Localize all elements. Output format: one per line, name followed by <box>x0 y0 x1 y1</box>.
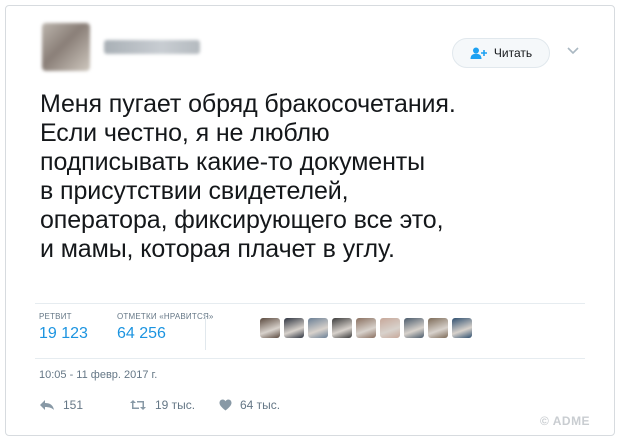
heart-icon <box>219 399 232 411</box>
username-blurred[interactable] <box>104 40 200 54</box>
tweet-text-line: в присутствии свидетелей, <box>40 177 349 205</box>
retweet-count: 19 тыс. <box>155 398 196 412</box>
tweet-text-line: Если честно, я не люблю <box>40 119 330 147</box>
tweet-date[interactable]: 10:05 - 11 февр. 2017 г. <box>39 369 157 381</box>
tweet-actions: 151 19 тыс. 64 тыс. <box>39 398 280 412</box>
likes-label: ОТМЕТКИ «НРАВИТСЯ» <box>117 312 214 321</box>
follow-button-label: Читать <box>493 46 533 60</box>
chevron-down-icon[interactable] <box>566 46 580 56</box>
liker-avatar[interactable] <box>380 318 400 338</box>
tweet-text-line: оператора, фиксирующего все это, <box>40 206 444 234</box>
like-count: 64 тыс. <box>240 398 281 412</box>
retweets-label: РЕТВИТ <box>39 312 72 321</box>
liker-avatar[interactable] <box>308 318 328 338</box>
avatar[interactable] <box>42 23 90 71</box>
liker-avatar[interactable] <box>428 318 448 338</box>
tweet-text-line: и мамы, которая плачет в углу. <box>40 235 395 263</box>
likes-value: 64 256 <box>117 325 166 342</box>
follow-button[interactable]: Читать <box>452 38 550 68</box>
retweet-button[interactable]: 19 тыс. <box>129 398 219 412</box>
reply-icon <box>40 400 54 410</box>
liker-avatar[interactable] <box>284 318 304 338</box>
divider <box>35 303 585 304</box>
tweet-text-line: Меня пугает обряд бракосочетания. <box>40 90 456 118</box>
reply-button[interactable]: 151 <box>39 398 129 412</box>
reply-count: 151 <box>63 398 84 412</box>
tweet-text-line: подписывать какие-то документы <box>40 148 426 176</box>
retweets-stat[interactable]: РЕТВИТ 19 123 <box>39 312 88 343</box>
liker-avatar[interactable] <box>404 318 424 338</box>
divider <box>35 358 585 359</box>
liker-avatar[interactable] <box>452 318 472 338</box>
like-button[interactable]: 64 тыс. <box>219 398 280 412</box>
liker-avatar[interactable] <box>356 318 376 338</box>
liker-avatar[interactable] <box>260 318 280 338</box>
retweet-icon <box>130 400 146 410</box>
liker-avatars <box>260 318 472 338</box>
liker-avatar[interactable] <box>332 318 352 338</box>
watermark: © ADME <box>540 414 591 428</box>
stats-divider <box>205 314 206 350</box>
tweet-text: Меня пугает обряд бракосочетания. Если ч… <box>40 90 600 264</box>
likes-stat[interactable]: ОТМЕТКИ «НРАВИТСЯ» 64 256 <box>117 312 214 343</box>
add-user-icon <box>470 47 488 59</box>
retweets-value: 19 123 <box>39 325 88 342</box>
